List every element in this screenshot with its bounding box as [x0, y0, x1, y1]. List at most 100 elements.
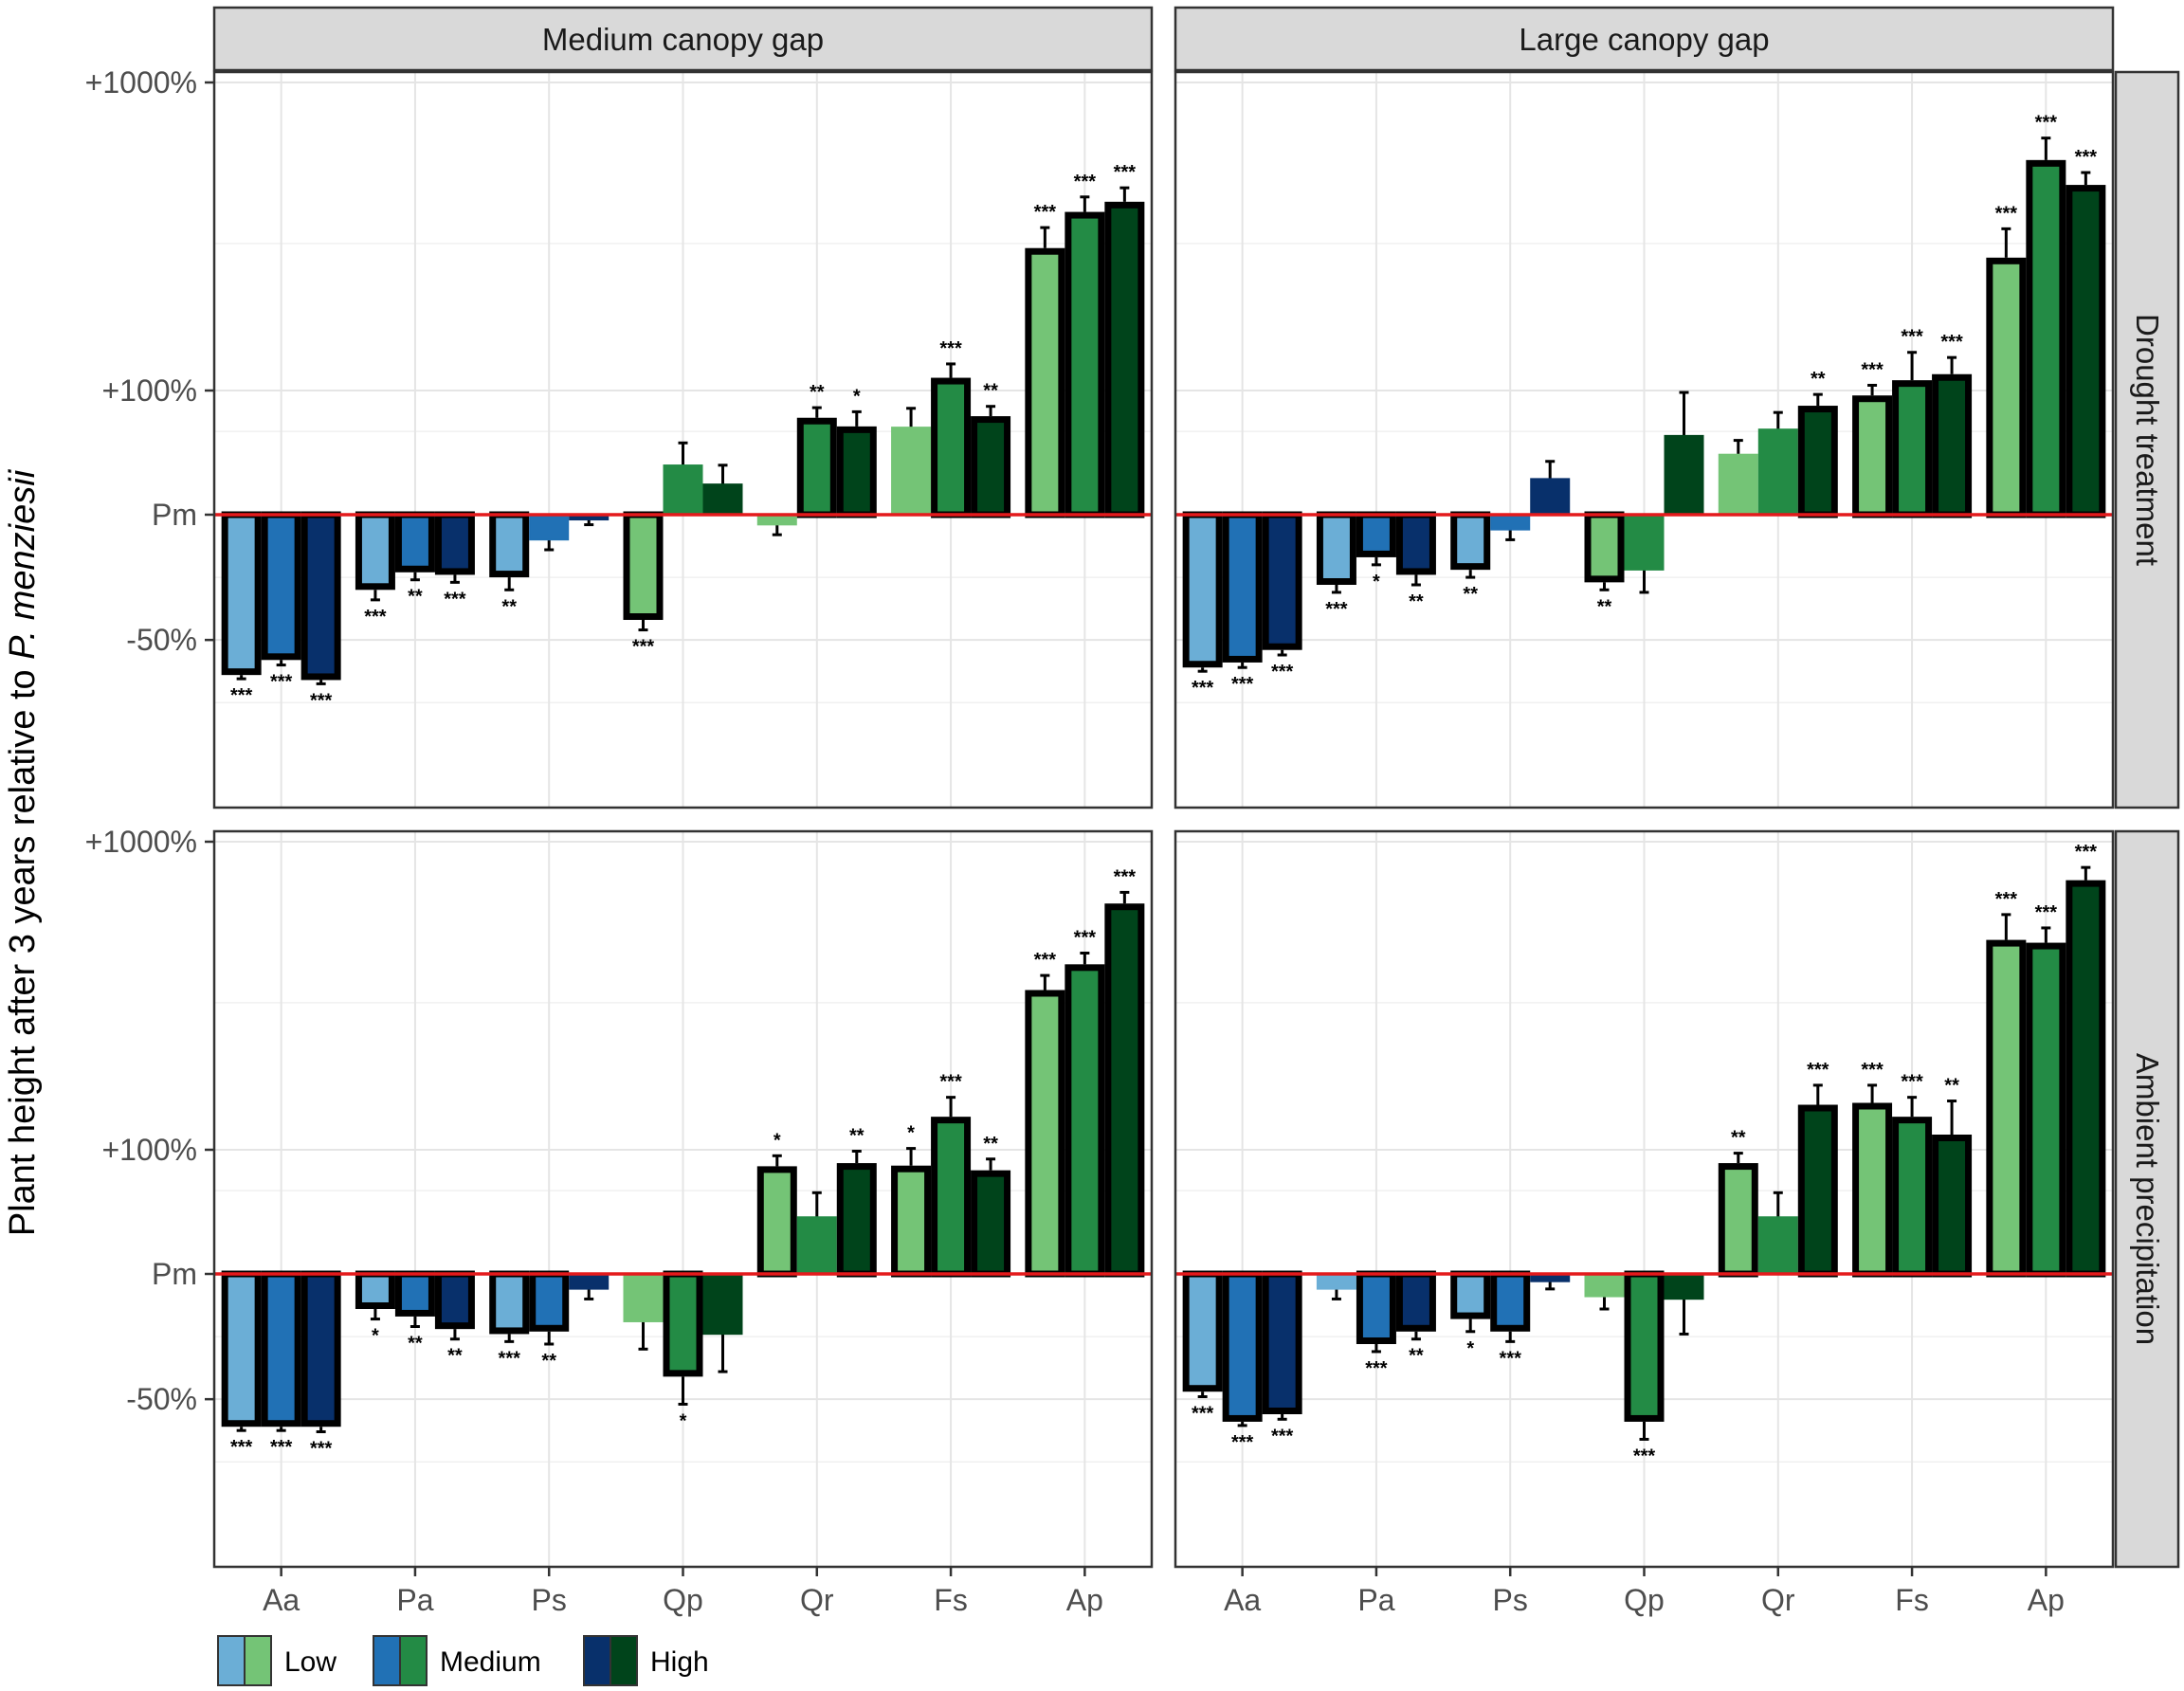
significance-label: *** [499, 1348, 521, 1369]
significance-label: *** [1192, 678, 1214, 699]
bar-qr-high [1797, 1104, 1838, 1278]
significance-label: *** [2035, 113, 2058, 134]
legend-swatch-blue [373, 1635, 401, 1686]
y-tick-label: Pm [152, 498, 197, 532]
significance-label: *** [1365, 1358, 1388, 1379]
bar-ap-low [1025, 990, 1065, 1278]
bar-ap-high [1104, 903, 1145, 1278]
significance-label: ** [1409, 591, 1424, 612]
bar-fs-high [1932, 1135, 1973, 1278]
significance-label: *** [1074, 927, 1097, 948]
bar-pa-high [434, 1270, 475, 1330]
y-tick-label: +1000% [85, 825, 197, 859]
bar-qr-medium [796, 1216, 837, 1275]
x-tick-label: Aa [263, 1583, 300, 1617]
significance-label: *** [939, 1072, 962, 1093]
x-tick-label: Pa [396, 1583, 433, 1617]
legend-swatch-green [610, 1635, 638, 1686]
significance-label: *** [1995, 889, 2018, 910]
bar-fs-medium [931, 1117, 972, 1278]
column-strip-label: Large canopy gap [1519, 22, 1769, 57]
legend-swatch-green [244, 1635, 272, 1686]
significance-label: *** [1074, 172, 1097, 192]
bar-qr-low [756, 1166, 797, 1278]
bar-qr-high [836, 426, 877, 518]
significance-label: ** [983, 381, 998, 402]
significance-label: *** [1114, 866, 1137, 887]
bar-ps-low [489, 1270, 530, 1335]
bar-fs-low [891, 1165, 932, 1278]
significance-label: * [1466, 1338, 1474, 1359]
significance-label: *** [1901, 327, 1923, 348]
bar-qp-low [623, 511, 664, 621]
significance-label: ** [447, 1346, 463, 1367]
y-tick-label: +100% [101, 373, 197, 408]
significance-label: *** [1034, 202, 1057, 223]
significance-label: *** [939, 338, 962, 359]
bar-ap-medium [1065, 211, 1105, 518]
bar-qp-high [1664, 434, 1704, 516]
significance-label: ** [408, 1334, 423, 1355]
bar-fs-low [891, 427, 932, 516]
significance-label: ** [849, 1126, 864, 1147]
bar-ap-high [1104, 201, 1145, 518]
x-tick-label: Ap [1066, 1583, 1103, 1617]
bar-ps-low [489, 511, 530, 578]
bar-ps-low [1450, 511, 1491, 571]
bar-ps-high [569, 1273, 610, 1290]
row-strip-label: Ambient precipitation [2130, 1053, 2165, 1345]
bar-ps-medium [1490, 1270, 1531, 1332]
bar-aa-low [1182, 1270, 1223, 1392]
bar-ap-medium [1065, 964, 1105, 1278]
legend: Low Medium High [217, 1635, 709, 1686]
x-tick-label: Fs [934, 1583, 968, 1617]
significance-label: *** [1231, 1432, 1254, 1453]
bar-ps-medium [529, 1270, 570, 1332]
significance-label: ** [1731, 1128, 1746, 1149]
significance-label: *** [1633, 1446, 1656, 1466]
significance-label: *** [1114, 162, 1137, 183]
panels: ************** *** ******* ************ ***+… [85, 6, 2180, 1617]
significance-label: *** [270, 672, 293, 693]
significance-label: *** [632, 637, 655, 658]
bar-ps-medium [529, 514, 570, 541]
significance-label: * [907, 1123, 915, 1144]
significance-label: * [372, 1326, 379, 1347]
bar-aa-low [221, 1270, 262, 1427]
significance-label: *** [2075, 147, 2098, 168]
bar-pa-high [1395, 511, 1436, 575]
bar-ap-low [1025, 247, 1065, 518]
y-tick-label: -50% [126, 1382, 197, 1416]
bar-fs-medium [1892, 380, 1933, 518]
bar-aa-medium [1222, 1270, 1263, 1422]
bar-ap-high [2066, 880, 2106, 1278]
column-strip-label: Medium canopy gap [542, 22, 824, 57]
significance-label: *** [1231, 674, 1254, 695]
bar-ps-low [1450, 1270, 1491, 1319]
bar-pa-high [434, 511, 475, 575]
bar-fs-high [971, 416, 1011, 518]
bar-pa-low [355, 1270, 395, 1310]
significance-label: *** [1995, 203, 2018, 224]
x-tick-label: Qr [1761, 1583, 1795, 1617]
bar-aa-high [300, 511, 341, 681]
bar-qr-medium [796, 417, 837, 518]
bar-ap-low [1986, 939, 2027, 1278]
significance-label: ** [810, 382, 825, 403]
row-strip-label: Drought treatment [2130, 314, 2165, 566]
bar-aa-high [1262, 1270, 1302, 1415]
bar-ap-medium [2026, 159, 2066, 518]
legend-label: Low [284, 1646, 337, 1678]
bar-ap-low [1986, 257, 2027, 518]
bar-qp-low [623, 1273, 664, 1322]
x-tick-label: Pa [1357, 1583, 1394, 1617]
significance-label: ** [1811, 369, 1826, 390]
x-tick-label: Qr [800, 1583, 834, 1617]
bar-fs-low [1852, 395, 1893, 518]
bar-aa-medium [1222, 511, 1263, 663]
bar-pa-medium [394, 1270, 435, 1317]
bar-qp-high [1664, 1273, 1704, 1300]
legend-swatch-blue [217, 1635, 246, 1686]
bar-fs-high [971, 1170, 1011, 1278]
bar-aa-high [1262, 511, 1302, 650]
